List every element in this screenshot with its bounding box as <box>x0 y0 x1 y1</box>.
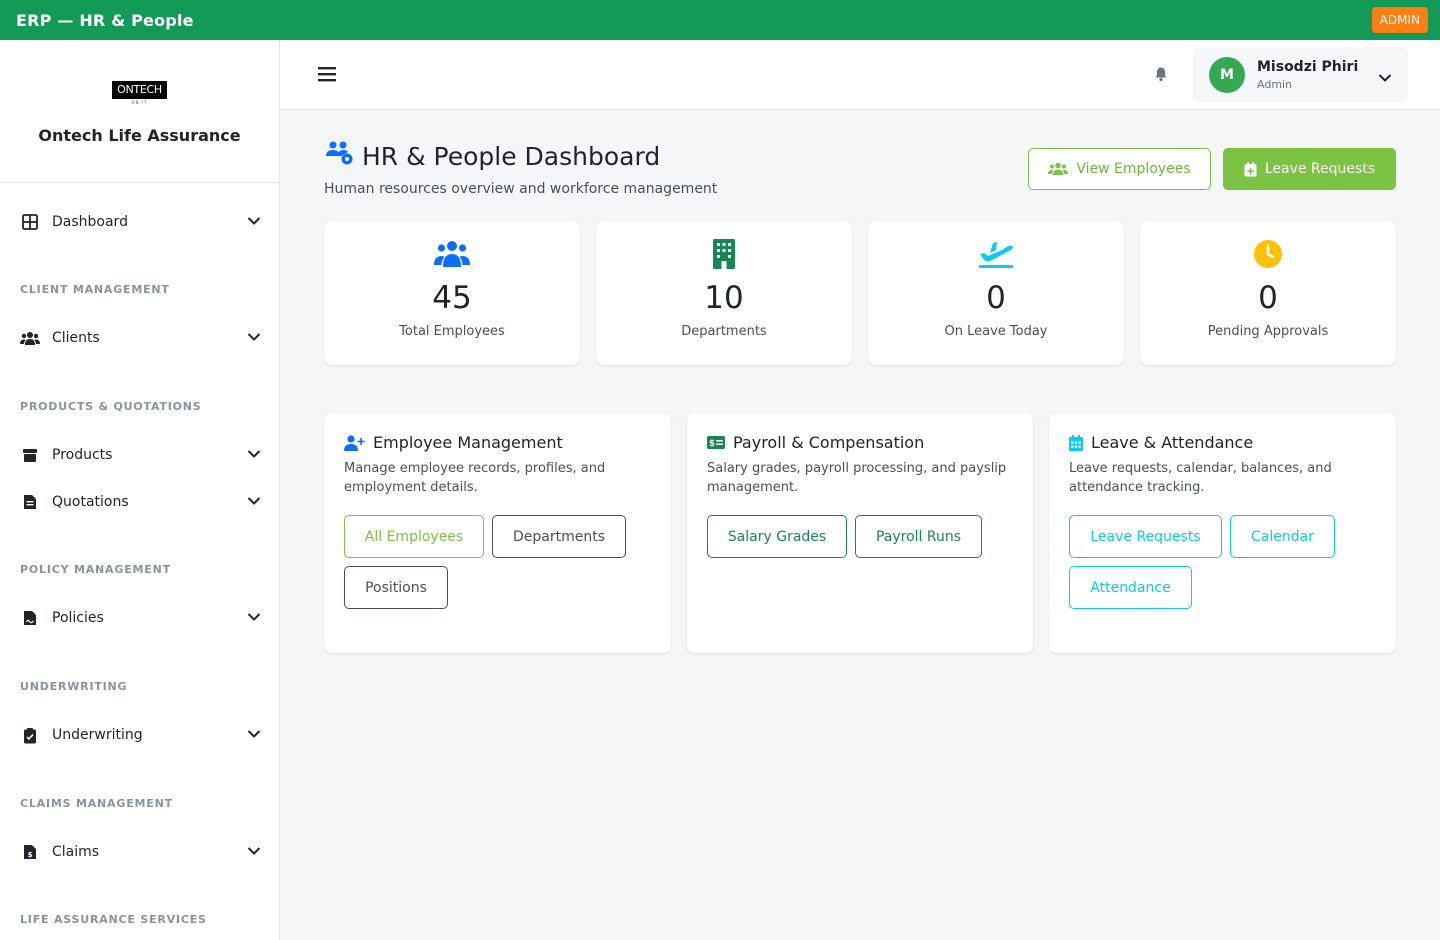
file-invoice-dollar-icon: $ <box>20 842 40 862</box>
sidebar-item-quotations[interactable]: Quotations <box>0 482 279 522</box>
stat-value: 0 <box>986 280 1006 316</box>
chevron-down-icon <box>247 214 261 230</box>
leave-requests-card-button[interactable]: Leave Requests <box>1069 515 1222 558</box>
card-title: $ Payroll & Compensation <box>707 433 924 452</box>
all-employees-button[interactable]: All Employees <box>344 515 484 558</box>
stat-card-total-employees: 45 Total Employees <box>324 221 580 365</box>
chevron-down-icon <box>247 494 261 510</box>
card-description: Salary grades, payroll processing, and p… <box>707 461 1007 495</box>
clock-icon <box>1254 239 1282 269</box>
stat-card-pending-approvals: 0 Pending Approvals <box>1140 221 1396 365</box>
card-description: Leave requests, calendar, balances, and … <box>1069 461 1332 495</box>
header: M Misodzi Phiri Admin <box>280 40 1440 110</box>
page-header: HR & People Dashboard Human resources ov… <box>324 140 717 197</box>
payroll-runs-button[interactable]: Payroll Runs <box>855 515 982 558</box>
sidebar-item-underwriting[interactable]: Underwriting <box>0 715 279 755</box>
card-title: Employee Management <box>344 433 563 452</box>
card-payroll-compensation: $ Payroll & Compensation Salary grades, … <box>687 413 1033 653</box>
card-description: Manage employee records, profiles, and e… <box>344 461 606 495</box>
users-cog-icon <box>324 140 354 172</box>
view-employees-button[interactable]: View Employees <box>1028 148 1211 190</box>
chevron-down-icon <box>247 330 261 346</box>
menu-toggle-icon[interactable] <box>318 66 336 86</box>
box-icon <box>20 445 40 465</box>
user-name: Misodzi Phiri <box>1257 58 1359 75</box>
page-title: HR & People Dashboard <box>324 140 717 172</box>
card-employee-management: Employee Management Manage employee reco… <box>324 413 671 653</box>
money-check-icon: $ <box>707 436 725 449</box>
sidebar-item-products[interactable]: Products <box>0 435 279 475</box>
plane-departure-icon <box>978 239 1014 269</box>
stat-value: 0 <box>1258 280 1278 316</box>
section-products-quotations: PRODUCTS & QUOTATIONS <box>20 400 202 413</box>
stat-value: 45 <box>432 280 472 316</box>
sidebar-item-clients[interactable]: Clients <box>0 318 279 358</box>
top-bar: ERP — HR & People ADMIN <box>0 0 1440 40</box>
svg-text:$: $ <box>709 439 715 449</box>
section-underwriting: UNDERWRITING <box>20 680 128 693</box>
users-icon <box>434 239 470 269</box>
chevron-down-icon <box>1378 68 1392 87</box>
bell-icon[interactable] <box>1154 66 1168 86</box>
card-title: Leave & Attendance <box>1069 433 1253 452</box>
file-contract-icon <box>20 608 40 628</box>
company-name: Ontech Life Assurance <box>38 126 241 145</box>
user-plus-icon <box>344 434 365 451</box>
section-life-assurance-services: LIFE ASSURANCE SERVICES <box>20 913 207 926</box>
calendar-plus-icon <box>1244 161 1257 177</box>
chevron-down-icon <box>247 727 261 743</box>
stat-value: 10 <box>704 280 744 316</box>
page-subtitle: Human resources overview and workforce m… <box>324 181 718 197</box>
sidebar-item-dashboard[interactable]: Dashboard <box>0 202 279 242</box>
calendar-button[interactable]: Calendar <box>1230 515 1335 558</box>
stat-label: Total Employees <box>399 324 505 339</box>
departments-button[interactable]: Departments <box>492 515 626 558</box>
positions-button[interactable]: Positions <box>344 566 448 609</box>
leave-requests-button[interactable]: Leave Requests <box>1223 148 1396 190</box>
avatar: M <box>1209 56 1245 93</box>
calendar-icon <box>1069 434 1083 451</box>
grid-icon <box>20 212 40 232</box>
stat-label: On Leave Today <box>944 324 1048 339</box>
user-info: Misodzi Phiri Admin <box>1257 59 1358 91</box>
section-policy-management: POLICY MANAGEMENT <box>20 563 171 576</box>
file-icon <box>20 492 40 512</box>
users-icon <box>20 328 40 348</box>
sidebar-item-policies[interactable]: Policies <box>0 598 279 638</box>
attendance-button[interactable]: Attendance <box>1069 566 1192 609</box>
users-icon <box>1048 162 1069 176</box>
salary-grades-button[interactable]: Salary Grades <box>707 515 847 558</box>
chevron-down-icon <box>247 610 261 626</box>
company-logo[interactable]: ONTECH ON.IT <box>110 81 170 107</box>
app-title: ERP — HR & People <box>16 10 194 30</box>
chevron-down-icon <box>247 447 261 463</box>
stat-card-on-leave-today: 0 On Leave Today <box>868 221 1124 365</box>
section-claims-management: CLAIMS MANAGEMENT <box>20 797 173 810</box>
building-icon <box>713 239 735 269</box>
sidebar: ONTECH ON.IT Ontech Life Assurance Dashb… <box>0 40 280 940</box>
stat-label: Departments <box>681 324 767 339</box>
sidebar-item-claims[interactable]: $ Claims <box>0 832 279 872</box>
card-leave-attendance: Leave & Attendance Leave requests, calen… <box>1049 413 1396 653</box>
stat-card-departments: 10 Departments <box>596 221 852 365</box>
user-role: Admin <box>1257 77 1293 91</box>
clipboard-check-icon <box>20 725 40 745</box>
section-client-management: CLIENT MANAGEMENT <box>20 283 170 296</box>
stat-label: Pending Approvals <box>1207 324 1329 339</box>
chevron-down-icon <box>247 844 261 860</box>
brand: ONTECH ON.IT Ontech Life Assurance <box>0 40 279 183</box>
admin-badge: ADMIN <box>1371 7 1428 33</box>
svg-text:$: $ <box>28 851 33 859</box>
user-menu[interactable]: M Misodzi Phiri Admin <box>1193 47 1408 102</box>
